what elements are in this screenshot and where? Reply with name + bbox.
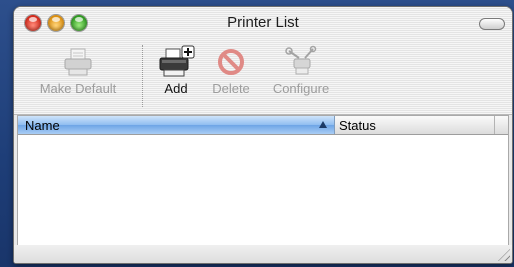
toolbar-separator bbox=[142, 45, 143, 107]
configure-button[interactable]: Configure bbox=[265, 45, 337, 96]
column-header-name[interactable]: Name bbox=[18, 116, 335, 134]
delete-icon bbox=[218, 49, 244, 75]
printer-table: Name Status bbox=[17, 115, 509, 246]
configure-tools-icon bbox=[285, 45, 317, 75]
make-default-button[interactable]: Make Default bbox=[28, 45, 128, 96]
resize-grip-icon[interactable] bbox=[498, 249, 510, 261]
add-printer-icon bbox=[159, 45, 195, 77]
delete-button[interactable]: Delete bbox=[207, 45, 255, 96]
table-body[interactable] bbox=[18, 135, 508, 245]
table-header: Name Status bbox=[18, 116, 508, 135]
make-default-label: Make Default bbox=[39, 81, 117, 96]
configure-label: Configure bbox=[272, 81, 330, 96]
delete-label: Delete bbox=[212, 81, 250, 96]
printer-icon bbox=[64, 48, 92, 76]
window-bottom-bar bbox=[14, 245, 512, 263]
printer-list-window: Printer List Make Default Add Delete Con… bbox=[13, 6, 513, 264]
add-label: Add bbox=[164, 81, 188, 96]
toolbar: Make Default Add Delete Configure bbox=[14, 39, 512, 115]
add-button[interactable]: Add bbox=[154, 45, 198, 96]
column-header-status[interactable]: Status bbox=[335, 116, 495, 134]
title-bar[interactable]: Printer List bbox=[14, 7, 512, 39]
sort-ascending-icon bbox=[319, 121, 327, 128]
column-header-name-label: Name bbox=[25, 118, 60, 133]
window-title: Printer List bbox=[227, 14, 299, 31]
column-header-status-label: Status bbox=[339, 118, 376, 133]
toolbar-toggle-button[interactable] bbox=[479, 18, 505, 30]
